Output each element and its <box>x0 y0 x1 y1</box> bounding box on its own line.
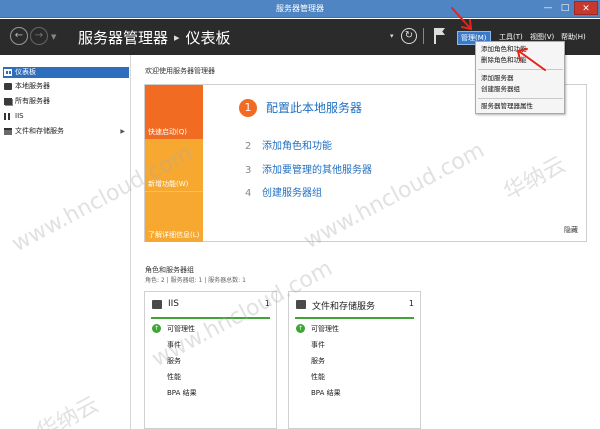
window-title: 服务器管理器 <box>276 4 324 13</box>
step-add-roles-link[interactable]: 添加角色和功能 <box>258 141 332 152</box>
card-row-manageability[interactable]: 可管理性 <box>311 324 339 334</box>
card-row-performance[interactable]: 性能 <box>167 372 181 382</box>
sidebar-item-iis[interactable]: IIS <box>3 111 129 122</box>
all-servers-icon <box>4 98 12 105</box>
tile-learn-more[interactable]: 了解详细信息(L) <box>145 191 203 242</box>
sidebar-item-all-servers[interactable]: 所有服务器 <box>3 96 129 107</box>
card-row-bpa[interactable]: BPA 结果 <box>311 388 341 398</box>
menu-item-create-group[interactable]: 创建服务器组 <box>477 84 564 95</box>
breadcrumb-root[interactable]: 服务器管理器 <box>78 29 168 47</box>
roles-summary: 角色: 2 | 服务器组: 1 | 服务器总数: 1 <box>145 277 246 284</box>
tile-new-features[interactable]: 新增功能(W) <box>145 139 203 191</box>
sidebar-item-dashboard[interactable]: 仪表板 <box>3 67 129 78</box>
role-count: 1 <box>408 299 414 308</box>
step-add-servers-link[interactable]: 添加要管理的其他服务器 <box>258 165 372 176</box>
menu-item-add-roles[interactable]: 添加角色和功能 <box>477 44 564 55</box>
title-bar: 服务器管理器 — □ ✕ <box>0 0 600 18</box>
sidebar-item-label: 文件和存储服务 <box>15 127 64 135</box>
tile-label: 了解详细信息(L) <box>148 231 200 239</box>
ok-status-icon: ↑ <box>296 324 305 333</box>
step-add-servers[interactable]: 3 添加要管理的其他服务器 <box>245 161 372 176</box>
hide-link[interactable]: 隐藏 <box>564 225 578 235</box>
status-bar <box>295 317 414 319</box>
card-row-services[interactable]: 服务 <box>167 356 181 366</box>
local-server-icon <box>4 83 12 90</box>
step-1-number: 1 <box>239 99 257 117</box>
back-button[interactable]: ← <box>10 27 28 45</box>
role-name[interactable]: IIS <box>168 299 179 309</box>
breadcrumb-current: 仪表板 <box>185 29 231 47</box>
ok-status-icon: ↑ <box>152 324 161 333</box>
role-card-iis[interactable]: IIS 1 ↑ 可管理性 事件 服务 性能 BPA 结果 <box>144 291 277 429</box>
tile-quick-start[interactable]: 快速启动(Q) <box>145 85 203 139</box>
dashboard-icon <box>4 69 12 76</box>
welcome-title: 欢迎使用服务器管理器 <box>145 67 215 75</box>
role-count: 1 <box>264 299 270 308</box>
sidebar-item-label: 仪表板 <box>15 68 36 76</box>
breadcrumb-separator-icon: ▸ <box>174 31 180 44</box>
card-row-performance[interactable]: 性能 <box>311 372 325 382</box>
step-number: 4 <box>245 188 252 199</box>
sidebar-item-label: IIS <box>15 112 24 120</box>
card-row-events[interactable]: 事件 <box>311 340 325 350</box>
header-divider <box>423 28 424 44</box>
maximize-button[interactable]: □ <box>556 1 574 15</box>
card-row-bpa[interactable]: BPA 结果 <box>167 388 197 398</box>
tile-label: 快速启动(Q) <box>148 128 187 136</box>
card-row-manageability[interactable]: 可管理性 <box>167 324 195 334</box>
refresh-icon[interactable]: ↻ <box>401 28 417 44</box>
minimize-button[interactable]: — <box>539 1 557 15</box>
step-add-roles[interactable]: 2 添加角色和功能 <box>245 137 332 152</box>
storage-icon <box>4 128 12 135</box>
menu-separator <box>478 69 563 70</box>
sidebar-item-label: 本地服务器 <box>15 82 50 90</box>
role-card-file-storage[interactable]: 文件和存储服务 1 ↑ 可管理性 事件 服务 性能 BPA 结果 <box>288 291 421 429</box>
forward-button[interactable]: → <box>30 27 48 45</box>
sidebar-item-file-storage[interactable]: 文件和存储服务 ▶ <box>3 126 129 137</box>
sidebar-item-label: 所有服务器 <box>15 97 50 105</box>
step-number: 2 <box>245 141 252 152</box>
sidebar: 仪表板 本地服务器 所有服务器 IIS 文件和存储服务 ▶ <box>0 55 131 429</box>
menu-item-properties[interactable]: 服务器管理器属性 <box>477 101 564 112</box>
step-configure-local-server-link[interactable]: 配置此本地服务器 <box>266 99 362 116</box>
menu-item-remove-roles[interactable]: 删除角色和功能 <box>477 55 564 66</box>
status-bar <box>151 317 270 319</box>
card-row-events[interactable]: 事件 <box>167 340 181 350</box>
nav-history-dropdown-icon[interactable]: ▼ <box>51 33 56 41</box>
expand-arrow-icon[interactable]: ▶ <box>120 126 125 137</box>
roles-section-title: 角色和服务器组 <box>145 266 194 274</box>
menu-separator <box>478 98 563 99</box>
storage-role-icon <box>296 300 306 309</box>
step-create-group[interactable]: 4 创建服务器组 <box>245 184 322 199</box>
iis-icon <box>4 113 10 120</box>
role-name[interactable]: 文件和存储服务 <box>312 299 375 312</box>
sidebar-item-local-server[interactable]: 本地服务器 <box>3 81 129 92</box>
step-number: 3 <box>245 165 252 176</box>
breadcrumb: 服务器管理器 ▸ 仪表板 <box>78 27 231 48</box>
manage-dropdown-menu: 添加角色和功能 删除角色和功能 添加服务器 创建服务器组 服务器管理器属性 <box>475 41 565 114</box>
menu-item-add-servers[interactable]: 添加服务器 <box>477 73 564 84</box>
caret-down-icon[interactable]: ▾ <box>390 32 394 40</box>
notifications-flag-icon[interactable] <box>434 28 446 44</box>
step-create-group-link[interactable]: 创建服务器组 <box>258 188 322 199</box>
iis-role-icon <box>152 300 162 309</box>
close-button[interactable]: ✕ <box>574 1 598 15</box>
card-row-services[interactable]: 服务 <box>311 356 325 366</box>
tile-label: 新增功能(W) <box>148 180 189 188</box>
